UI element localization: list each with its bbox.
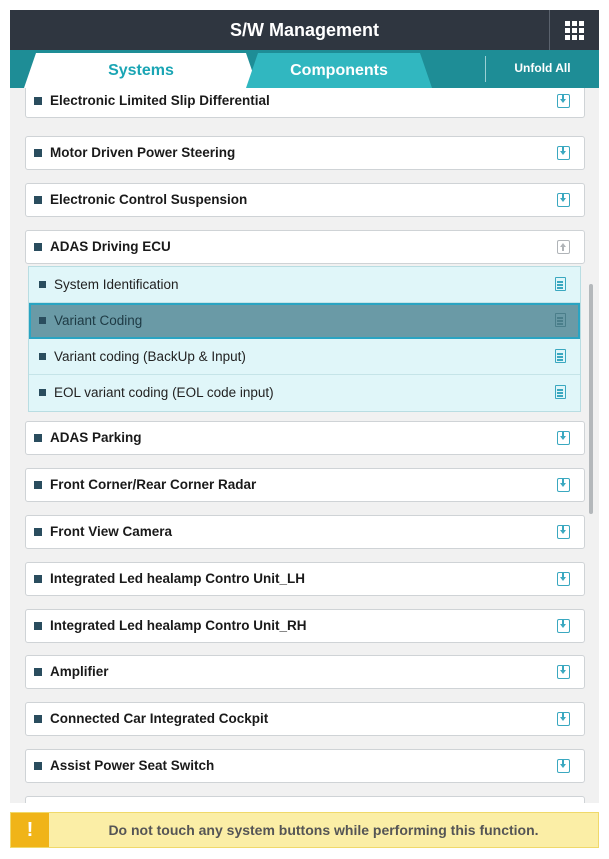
system-label: Front Corner/Rear Corner Radar bbox=[50, 477, 257, 492]
expand-icon[interactable] bbox=[557, 478, 570, 492]
bullet-icon bbox=[34, 149, 42, 157]
tab-bar: Systems Components Unfold All bbox=[10, 50, 599, 88]
document-icon bbox=[555, 385, 566, 399]
document-icon bbox=[555, 349, 566, 363]
menu-button[interactable] bbox=[549, 10, 599, 50]
system-row-partial[interactable] bbox=[25, 796, 585, 803]
expand-icon[interactable] bbox=[557, 525, 570, 539]
bullet-icon bbox=[39, 281, 46, 288]
system-label: Electronic Control Suspension bbox=[50, 192, 248, 207]
expand-icon[interactable] bbox=[557, 146, 570, 160]
system-label: Integrated Led healamp Contro Unit_RH bbox=[50, 618, 307, 633]
bullet-icon bbox=[34, 575, 42, 583]
bullet-icon bbox=[34, 668, 42, 676]
page-title: S/W Management bbox=[229, 20, 380, 40]
warning-icon: ! bbox=[11, 813, 49, 847]
sub-item-label: EOL variant coding (EOL code input) bbox=[54, 385, 274, 400]
system-label: Motor Driven Power Steering bbox=[50, 145, 236, 160]
system-row[interactable]: Connected Car Integrated Cockpit bbox=[25, 702, 585, 736]
system-row[interactable]: Integrated Led healamp Contro Unit_LH bbox=[25, 562, 585, 596]
system-label: Connected Car Integrated Cockpit bbox=[50, 711, 269, 726]
system-row[interactable]: Electronic Control Suspension bbox=[25, 183, 585, 217]
warning-banner: ! Do not touch any system buttons while … bbox=[10, 812, 599, 848]
sub-item-selected[interactable]: Variant Coding bbox=[29, 303, 580, 339]
system-row[interactable]: Electronic Limited Slip Differential bbox=[25, 88, 585, 118]
sub-item[interactable]: Variant coding (BackUp & Input) bbox=[29, 339, 580, 375]
sub-item-label: Variant Coding bbox=[54, 313, 143, 328]
expand-icon[interactable] bbox=[557, 572, 570, 586]
system-list: Electronic Limited Slip Differential Mot… bbox=[10, 88, 599, 803]
bullet-icon bbox=[39, 389, 46, 396]
bullet-icon bbox=[34, 243, 42, 251]
expand-icon[interactable] bbox=[557, 193, 570, 207]
tab-components[interactable]: Components bbox=[246, 53, 432, 88]
expand-icon[interactable] bbox=[557, 431, 570, 445]
sub-item-label: Variant coding (BackUp & Input) bbox=[54, 349, 246, 364]
app-header: S/W Management bbox=[10, 10, 599, 50]
system-row[interactable]: ADAS Parking bbox=[25, 421, 585, 455]
system-label: Integrated Led healamp Contro Unit_LH bbox=[50, 571, 306, 586]
bullet-icon bbox=[34, 715, 42, 723]
sub-item-list: System Identification Variant Coding Var… bbox=[28, 266, 581, 412]
system-label: Amplifier bbox=[50, 664, 109, 679]
bullet-icon bbox=[39, 353, 46, 360]
bullet-icon bbox=[34, 762, 42, 770]
system-row[interactable]: Front View Camera bbox=[25, 515, 585, 549]
system-row[interactable]: Integrated Led healamp Contro Unit_RH bbox=[25, 609, 585, 643]
bullet-icon bbox=[34, 196, 42, 204]
document-icon bbox=[555, 313, 566, 327]
unfold-all-button[interactable]: Unfold All bbox=[485, 56, 599, 82]
expand-icon[interactable] bbox=[557, 619, 570, 633]
bullet-icon bbox=[34, 622, 42, 630]
expand-icon[interactable] bbox=[557, 712, 570, 726]
scrollbar[interactable] bbox=[589, 284, 593, 514]
system-row[interactable]: Front Corner/Rear Corner Radar bbox=[25, 468, 585, 502]
sub-item[interactable]: EOL variant coding (EOL code input) bbox=[29, 375, 580, 411]
expand-icon[interactable] bbox=[557, 759, 570, 773]
expand-icon[interactable] bbox=[557, 94, 570, 108]
system-row[interactable]: Motor Driven Power Steering bbox=[25, 136, 585, 170]
collapse-icon[interactable] bbox=[557, 240, 570, 254]
bullet-icon bbox=[34, 97, 42, 105]
system-label: Electronic Limited Slip Differential bbox=[50, 93, 270, 108]
system-row[interactable]: Assist Power Seat Switch bbox=[25, 749, 585, 783]
system-label: ADAS Parking bbox=[50, 430, 142, 445]
warning-text: Do not touch any system buttons while pe… bbox=[108, 822, 539, 838]
document-icon bbox=[555, 277, 566, 291]
system-label: Front View Camera bbox=[50, 524, 173, 539]
system-label: ADAS Driving ECU bbox=[50, 239, 171, 254]
tab-systems[interactable]: Systems bbox=[24, 53, 258, 88]
bullet-icon bbox=[34, 434, 42, 442]
system-row[interactable]: Amplifier bbox=[25, 655, 585, 689]
expand-icon[interactable] bbox=[557, 665, 570, 679]
bullet-icon bbox=[34, 528, 42, 536]
sub-item-label: System Identification bbox=[54, 277, 179, 292]
bullet-icon bbox=[39, 317, 46, 324]
system-row-expanded[interactable]: ADAS Driving ECU bbox=[25, 230, 585, 264]
system-label: Assist Power Seat Switch bbox=[50, 758, 215, 773]
sub-item[interactable]: System Identification bbox=[29, 267, 580, 303]
bullet-icon bbox=[34, 481, 42, 489]
grid-icon bbox=[565, 20, 584, 40]
